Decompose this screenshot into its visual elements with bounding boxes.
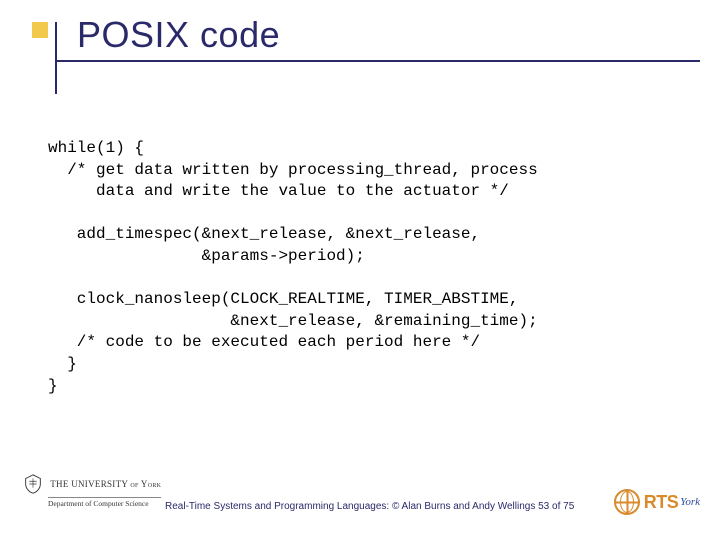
crest-icon <box>22 473 44 495</box>
accent-square <box>32 22 48 38</box>
slide-title: POSIX code <box>77 14 280 55</box>
rts-logo: RTS York <box>614 488 700 516</box>
rts-subtext: York <box>680 496 700 508</box>
university-name: THE UNIVERSITY of York <box>50 479 161 490</box>
globe-icon <box>614 489 640 515</box>
footer: THE UNIVERSITY of York Department of Com… <box>0 480 720 530</box>
department-name: Department of Computer Science <box>48 497 161 508</box>
credit-line: Real-Time Systems and Programming Langua… <box>165 501 600 512</box>
rts-text: RTS <box>644 492 679 513</box>
code-block: while(1) { /* get data written by proces… <box>48 138 538 397</box>
slide: POSIX code while(1) { /* get data writte… <box>0 0 720 540</box>
title-bar: POSIX code <box>55 14 700 62</box>
university-logo: THE UNIVERSITY of York Department of Com… <box>22 473 161 508</box>
